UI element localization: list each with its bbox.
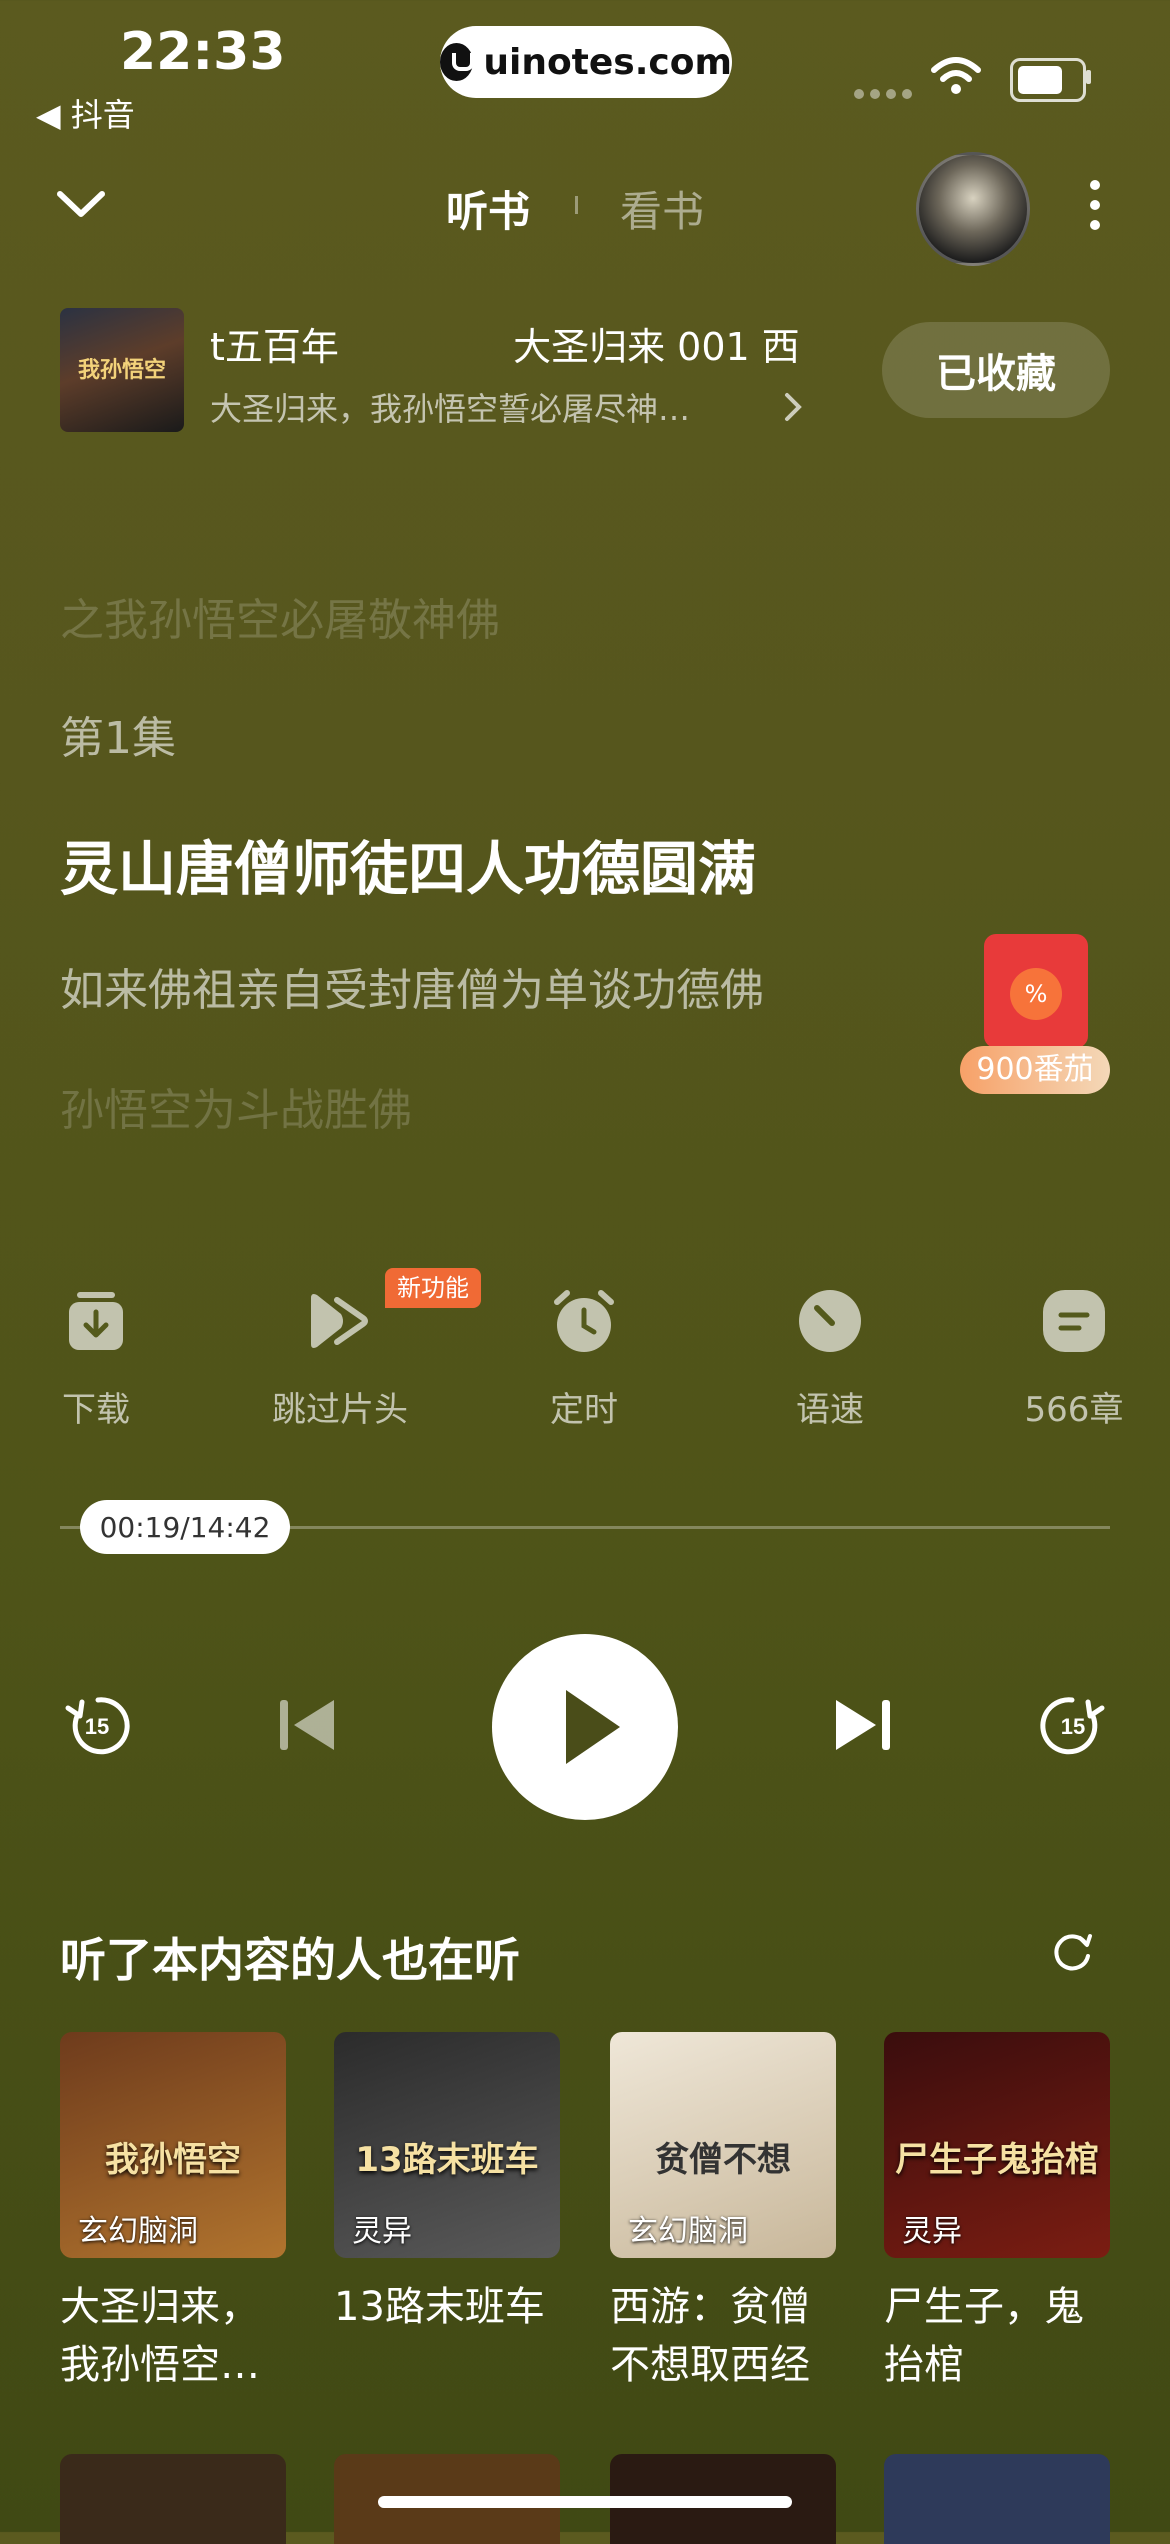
recommend-card[interactable]: 尸生子鬼抬棺 灵异 尸生子，鬼抬棺 bbox=[884, 2032, 1110, 2394]
tab-separator bbox=[575, 196, 578, 214]
red-packet-icon[interactable]: % bbox=[984, 934, 1088, 1048]
recommend-cover: 贫僧不想 玄幻脑洞 bbox=[610, 2032, 836, 2258]
rewind-15-icon[interactable]: 15 bbox=[62, 1690, 132, 1760]
status-time: 22:33 bbox=[120, 22, 286, 82]
episode-label: 第1集 bbox=[60, 713, 176, 764]
tab-listen[interactable]: 听书 bbox=[446, 178, 530, 239]
recommend-cover-text: 13路末班车 bbox=[355, 2140, 539, 2180]
recommend-card[interactable]: 我孙悟空 玄幻脑洞 大圣归来，我孙悟空… bbox=[60, 2032, 286, 2394]
recommend-card[interactable]: 贫僧不想 玄幻脑洞 西游：贫僧不想取西经 bbox=[610, 2032, 836, 2394]
reward-badge[interactable]: 900番茄 bbox=[960, 1046, 1110, 1094]
recommend-name: 大圣归来，我孙悟空… bbox=[60, 2284, 260, 2388]
speed-button[interactable]: 语速 bbox=[750, 1288, 910, 1431]
genre-tag: 玄幻脑洞 bbox=[628, 2214, 748, 2249]
user-avatar[interactable] bbox=[916, 152, 1030, 266]
text-line-next-2: 孙悟空为斗战胜佛 bbox=[60, 1085, 412, 1136]
recommend-cover: 13路末班车 灵异 bbox=[334, 2032, 560, 2258]
back-app-label: 抖音 bbox=[70, 96, 135, 134]
recommend-card[interactable]: 13路末班车 灵异 13路末班车 bbox=[334, 2032, 560, 2336]
previous-track-icon[interactable] bbox=[272, 1690, 342, 1760]
genre-tag: 玄幻脑洞 bbox=[78, 2214, 198, 2249]
book-title-right: 大圣归来 001 西 bbox=[513, 325, 800, 369]
chevron-right-icon[interactable] bbox=[782, 390, 806, 424]
collected-button[interactable]: 已收藏 bbox=[882, 322, 1110, 418]
refresh-icon[interactable] bbox=[1050, 1930, 1094, 1974]
rewind-seconds: 15 bbox=[85, 1714, 109, 1739]
progress-thumb-time[interactable]: 00:19/14:42 bbox=[80, 1500, 290, 1554]
text-line-prev: 之我孙悟空必屠敬神佛 bbox=[60, 595, 500, 646]
book-cover-text: 我孙悟空 bbox=[77, 358, 166, 383]
chapters-button[interactable]: 566章 bbox=[994, 1288, 1154, 1431]
book-subtitle-text: 大圣归来，我孙悟空誓必屠尽神… bbox=[210, 390, 691, 428]
recommend-card-partial[interactable] bbox=[60, 2454, 286, 2544]
signal-icon bbox=[854, 84, 918, 103]
skip-intro-label: 跳过片头 bbox=[272, 1390, 408, 1430]
recommend-cover: 我孙悟空 玄幻脑洞 bbox=[60, 2032, 286, 2258]
battery-tip bbox=[1086, 70, 1091, 84]
recommend-cover-text: 我孙悟空 bbox=[105, 2140, 241, 2180]
speed-label: 语速 bbox=[796, 1390, 864, 1430]
next-track-icon[interactable] bbox=[828, 1690, 898, 1760]
chapters-icon bbox=[1043, 1290, 1105, 1352]
home-indicator[interactable] bbox=[378, 2496, 792, 2508]
recommend-name: 尸生子，鬼抬棺 bbox=[884, 2284, 1084, 2388]
battery-icon bbox=[1010, 58, 1086, 102]
alarm-clock-icon bbox=[554, 1290, 614, 1352]
book-title-left: t五百年 bbox=[210, 325, 339, 369]
recommend-card-partial[interactable] bbox=[884, 2454, 1110, 2544]
forward-15-icon[interactable]: 15 bbox=[1038, 1690, 1108, 1760]
recommend-title: 听了本内容的人也在听 bbox=[60, 1933, 520, 1987]
book-cover[interactable]: 我孙悟空 bbox=[60, 308, 184, 432]
book-subtitle[interactable]: 大圣归来，我孙悟空誓必屠尽神… bbox=[210, 384, 810, 430]
text-line-next: 如来佛祖亲自受封唐僧为单谈功德佛 bbox=[60, 965, 764, 1016]
skip-intro-icon bbox=[311, 1294, 368, 1348]
more-menu-icon[interactable] bbox=[1090, 180, 1100, 240]
site-logo-icon bbox=[440, 43, 475, 81]
download-button[interactable]: 下载 bbox=[16, 1288, 176, 1431]
recommend-name: 西游：贫僧不想取西经 bbox=[610, 2284, 810, 2388]
recommend-cover-text: 尸生子鬼抬棺 bbox=[895, 2140, 1099, 2180]
download-icon bbox=[69, 1292, 123, 1350]
recommend-name: 13路末班车 bbox=[334, 2284, 545, 2330]
wifi-icon bbox=[931, 57, 981, 94]
back-to-app-link[interactable]: ◀ 抖音 bbox=[36, 90, 135, 136]
skip-intro-button[interactable]: 跳过片头 bbox=[260, 1288, 420, 1431]
play-button[interactable] bbox=[492, 1634, 678, 1820]
recommend-cover: 尸生子鬼抬棺 灵异 bbox=[884, 2032, 1110, 2258]
url-pill[interactable]: uinotes.com bbox=[440, 26, 732, 98]
forward-seconds: 15 bbox=[1061, 1714, 1085, 1739]
coin-icon: % bbox=[1010, 968, 1062, 1020]
timer-button[interactable]: 定时 bbox=[504, 1288, 664, 1431]
url-text: uinotes.com bbox=[483, 41, 732, 83]
book-title-marquee[interactable]: t五百年 大圣归来 001 西 bbox=[210, 316, 820, 370]
chapters-label: 566章 bbox=[1024, 1390, 1124, 1430]
tab-read[interactable]: 看书 bbox=[620, 178, 704, 239]
recommend-cover-text: 贫僧不想 bbox=[655, 2140, 791, 2180]
collapse-chevron-icon[interactable] bbox=[56, 180, 106, 230]
genre-tag: 灵异 bbox=[352, 2214, 412, 2249]
speed-icon bbox=[799, 1290, 861, 1352]
timer-label: 定时 bbox=[550, 1390, 618, 1430]
new-feature-badge: 新功能 bbox=[385, 1268, 481, 1308]
genre-tag: 灵异 bbox=[902, 2214, 962, 2249]
download-label: 下载 bbox=[62, 1390, 130, 1430]
current-text-line: 灵山唐僧师徒四人功德圆满 bbox=[60, 835, 757, 903]
